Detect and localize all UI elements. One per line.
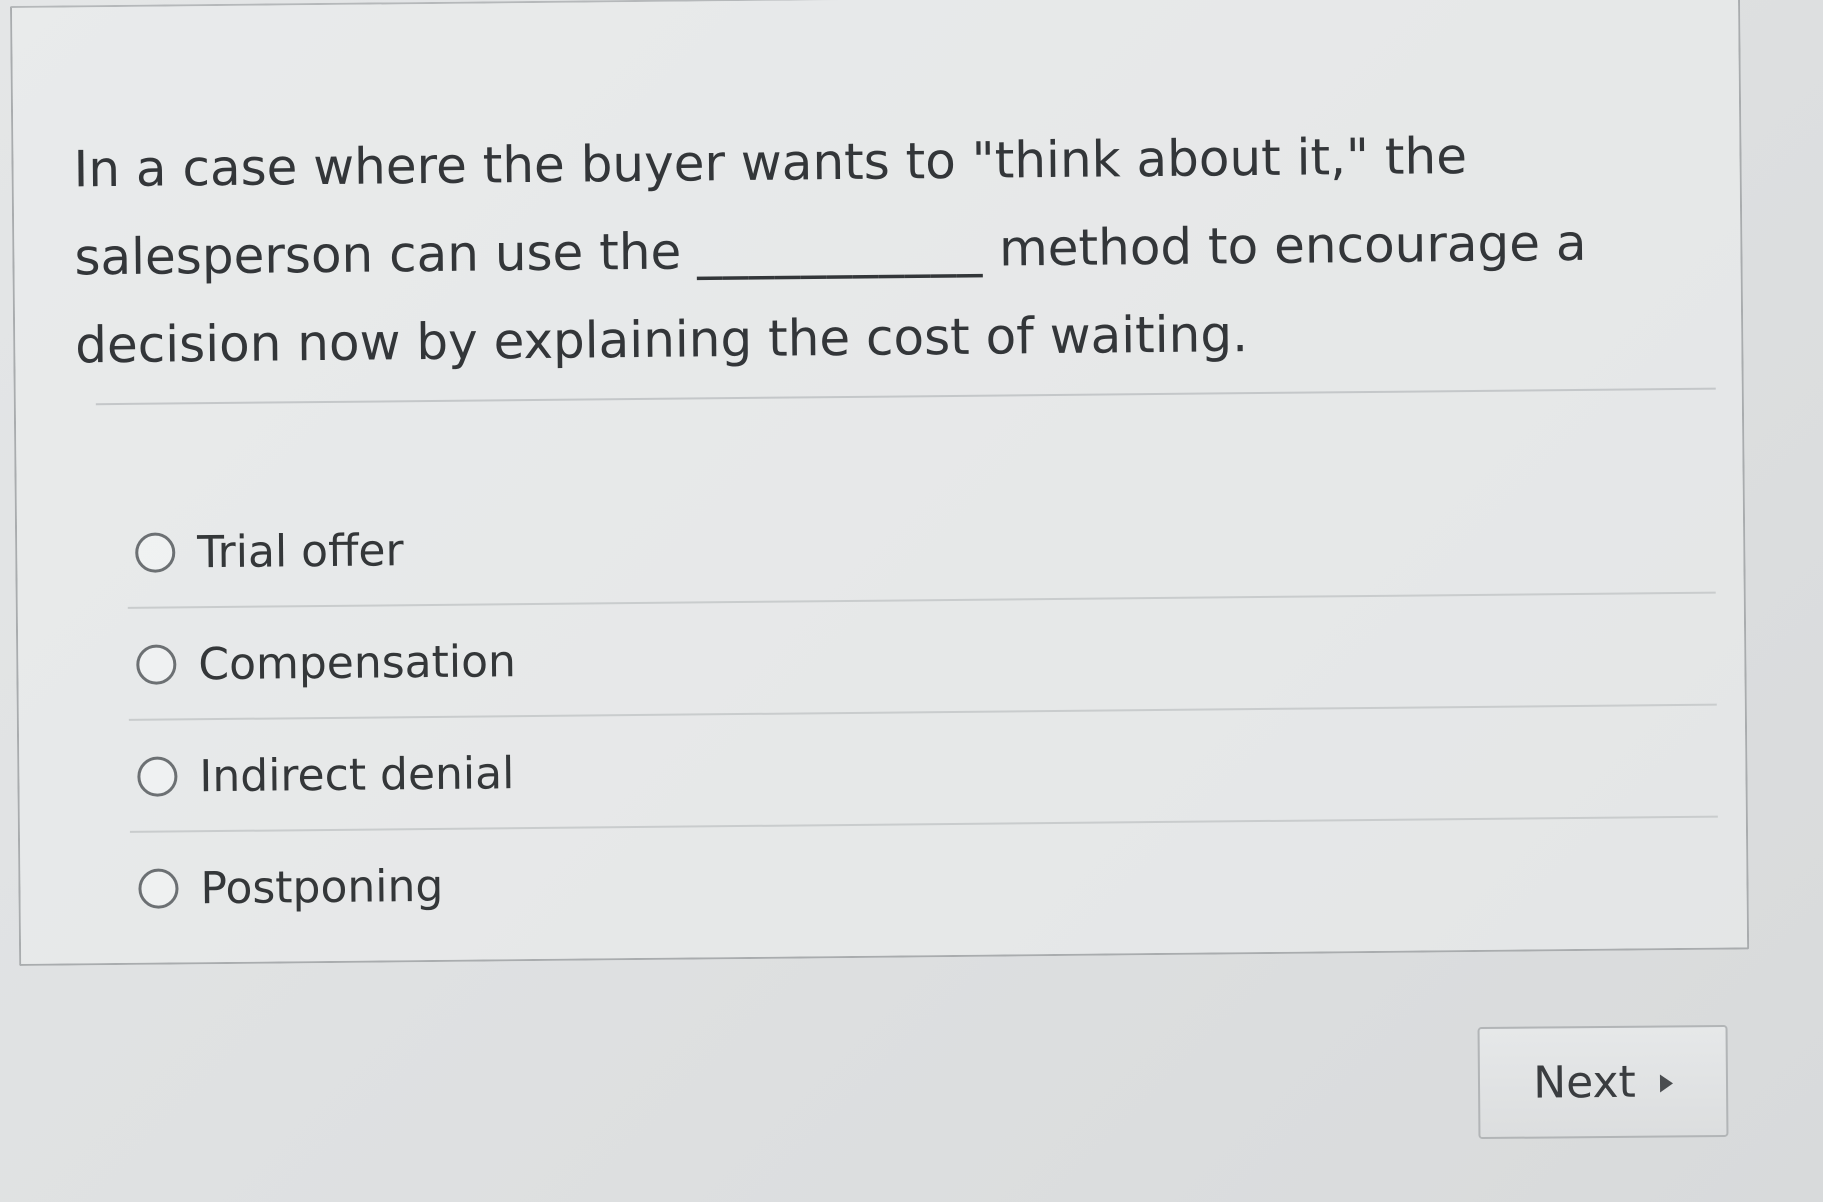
option-postponing[interactable]: Postponing	[138, 818, 1719, 945]
radio-button-icon[interactable]	[135, 532, 176, 573]
question-divider	[95, 387, 1716, 406]
option-trial-offer[interactable]: Trial offer	[127, 482, 1716, 609]
option-indirect-denial[interactable]: Indirect denial	[129, 706, 1718, 833]
radio-button-icon[interactable]	[138, 868, 179, 909]
next-button[interactable]: Next	[1477, 1024, 1729, 1140]
option-label: Compensation	[198, 635, 517, 690]
question-blank: ___________	[696, 219, 984, 281]
quiz-screen: In a case where the buyer wants to "thin…	[0, 0, 1823, 1202]
question-text: In a case where the buyer wants to "thin…	[73, 110, 1705, 390]
question-card: In a case where the buyer wants to "thin…	[10, 0, 1750, 966]
play-right-icon	[1659, 1074, 1673, 1093]
option-compensation[interactable]: Compensation	[128, 594, 1717, 721]
answer-options: Trial offer Compensation Indirect denial…	[127, 482, 1719, 945]
option-label: Trial offer	[197, 524, 404, 578]
radio-button-icon[interactable]	[136, 644, 177, 685]
option-label: Indirect denial	[199, 747, 515, 802]
option-label: Postponing	[200, 860, 444, 914]
next-button-label: Next	[1533, 1056, 1636, 1109]
radio-button-icon[interactable]	[137, 756, 178, 797]
